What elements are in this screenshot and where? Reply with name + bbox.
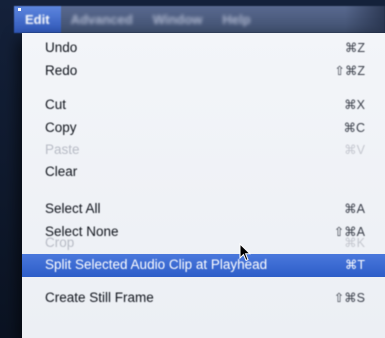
menu-item-shortcut: ⌘A xyxy=(344,202,365,216)
menu-item-shortcut: ⌘X xyxy=(344,98,365,112)
menu-item-copy[interactable]: Copy ⌘C xyxy=(22,117,385,139)
menu-item-select-all[interactable]: Select All ⌘A xyxy=(22,198,385,220)
menubar-fade xyxy=(345,6,385,33)
menu-item-shortcut: ⇧⌘S xyxy=(333,291,365,305)
menu-item-clear[interactable]: Clear xyxy=(22,161,385,183)
menu-item-shortcut: ⌘C xyxy=(343,121,365,135)
menu-item-label: Undo xyxy=(45,40,78,55)
menu-item-label: Clear xyxy=(45,164,78,179)
menu-item-label: Create Still Frame xyxy=(45,290,154,305)
menu-item-shortcut: ⌘K xyxy=(344,236,365,250)
menu-item-shortcut: ⌘T xyxy=(344,258,365,272)
menu-item-shortcut: ⌘V xyxy=(344,143,365,157)
menu-item-create-still-frame[interactable]: Create Still Frame ⇧⌘S xyxy=(22,287,385,309)
menu-item-label: Select All xyxy=(45,201,101,216)
menu-item-label: Split Selected Audio Clip at Playhead xyxy=(45,257,268,272)
app-window: Edit Advanced Window Help Undo ⌘Z Redo ⇧… xyxy=(0,0,385,338)
menu-help-label: Help xyxy=(222,12,251,27)
menu-item-shortcut: ⌘Z xyxy=(344,41,365,55)
menu-item-crop: Crop ⌘K xyxy=(22,232,385,254)
menu-item-paste: Paste ⌘V xyxy=(22,139,385,161)
menu-item-label: Copy xyxy=(45,120,77,135)
edit-menu-dropdown: Undo ⌘Z Redo ⇧⌘Z Cut ⌘X Copy ⌘C Paste ⌘V… xyxy=(22,33,385,338)
menu-advanced-label: Advanced xyxy=(70,12,133,27)
mouse-pointer-icon xyxy=(239,243,251,262)
menu-item-redo[interactable]: Redo ⇧⌘Z xyxy=(22,60,385,82)
corner-mark xyxy=(18,8,21,11)
menu-item-label: Redo xyxy=(45,63,78,78)
menu-item-shortcut: ⇧⌘Z xyxy=(334,64,365,78)
menu-window-label: Window xyxy=(152,12,203,27)
menu-item-label: Paste xyxy=(45,142,80,157)
menu-window[interactable]: Window xyxy=(143,6,213,33)
menu-item-cut[interactable]: Cut ⌘X xyxy=(22,94,385,116)
menu-help[interactable]: Help xyxy=(212,6,260,33)
menu-edit-label: Edit xyxy=(25,12,50,27)
menu-item-split-audio-clip[interactable]: Split Selected Audio Clip at Playhead ⌘T xyxy=(22,254,385,277)
menu-item-undo[interactable]: Undo ⌘Z xyxy=(22,37,385,59)
menu-advanced[interactable]: Advanced xyxy=(61,6,143,33)
menu-item-label: Crop xyxy=(45,235,75,250)
menu-bar: Edit Advanced Window Help xyxy=(14,6,385,33)
menu-item-label: Cut xyxy=(45,97,67,112)
